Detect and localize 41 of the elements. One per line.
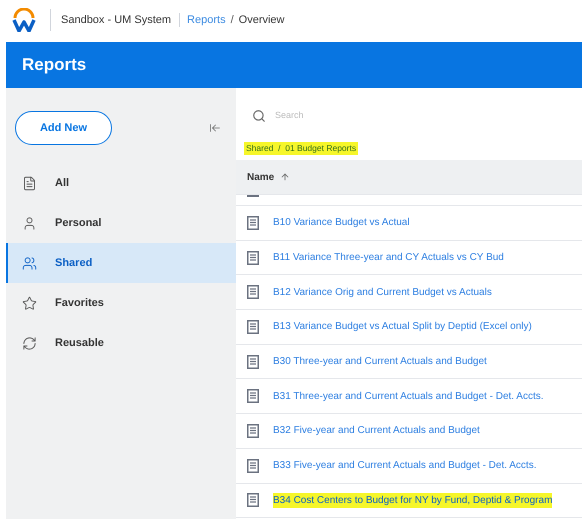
- add-new-button[interactable]: Add New: [15, 111, 112, 145]
- report-link[interactable]: B10 Variance Budget vs Actual: [273, 215, 410, 230]
- people-icon: [22, 256, 37, 270]
- person-icon: [22, 216, 37, 230]
- page-title: Reports: [22, 54, 86, 76]
- refresh-icon: [22, 336, 37, 350]
- sidebar-item[interactable]: Personal: [6, 203, 236, 243]
- report-link[interactable]: B34 Cost Centers to Budget for NY by Fund, Deptid & Program: [273, 492, 552, 508]
- report-link[interactable]: B30 Three-year and Current Actuals and Budget: [273, 354, 487, 370]
- report-icon: [247, 354, 259, 369]
- sidebar-item[interactable]: Favorites: [6, 283, 236, 323]
- report-link[interactable]: B11 Variance Three-year and CY Actuals vs CY Bud: [273, 250, 504, 266]
- document-icon: [22, 176, 37, 190]
- collapse-icon[interactable]: [209, 122, 221, 134]
- report-icon: [247, 216, 259, 230]
- star-icon: [22, 296, 37, 310]
- breadcrumb-current: Overview: [238, 12, 284, 28]
- search-field[interactable]: Search: [275, 109, 525, 123]
- sidebar-item[interactable]: Shared: [6, 243, 236, 283]
- report-icon: [247, 320, 259, 334]
- report-icon: [247, 493, 259, 508]
- folder-path: Shared / 01 Budget Reports: [244, 142, 358, 155]
- report-link[interactable]: B12 Variance Orig and Current Budget vs Actuals: [273, 284, 492, 300]
- report-link[interactable]: B13 Variance Budget vs Actual Split by Deptid (Excel only): [273, 319, 532, 334]
- report-link[interactable]: B31 Three-year and Current Actuals and Budget - Det. Accts.: [273, 388, 544, 404]
- breadcrumb-separator: /: [230, 12, 234, 28]
- breadcrumb-link[interactable]: Reports: [187, 12, 226, 28]
- report-link[interactable]: B33 Five-year and Current Actuals and Budget - Det. Accts.: [273, 458, 536, 474]
- sidebar-item[interactable]: All: [6, 163, 236, 203]
- report-icon: [247, 424, 259, 438]
- logo-icon: [11, 8, 37, 32]
- report-icon: [247, 250, 259, 265]
- report-icon: [247, 389, 259, 404]
- report-link[interactable]: B32 Five-year and Current Actuals and Budget: [273, 423, 480, 438]
- sidebar-item[interactable]: Reusable: [6, 323, 236, 363]
- report-icon: [247, 458, 259, 473]
- tenant-name: Sandbox - UM System: [61, 12, 172, 28]
- report-icon: [247, 285, 259, 300]
- sort-arrow-icon[interactable]: [280, 172, 290, 182]
- column-header[interactable]: Name: [247, 170, 274, 184]
- search-icon: [252, 109, 266, 123]
